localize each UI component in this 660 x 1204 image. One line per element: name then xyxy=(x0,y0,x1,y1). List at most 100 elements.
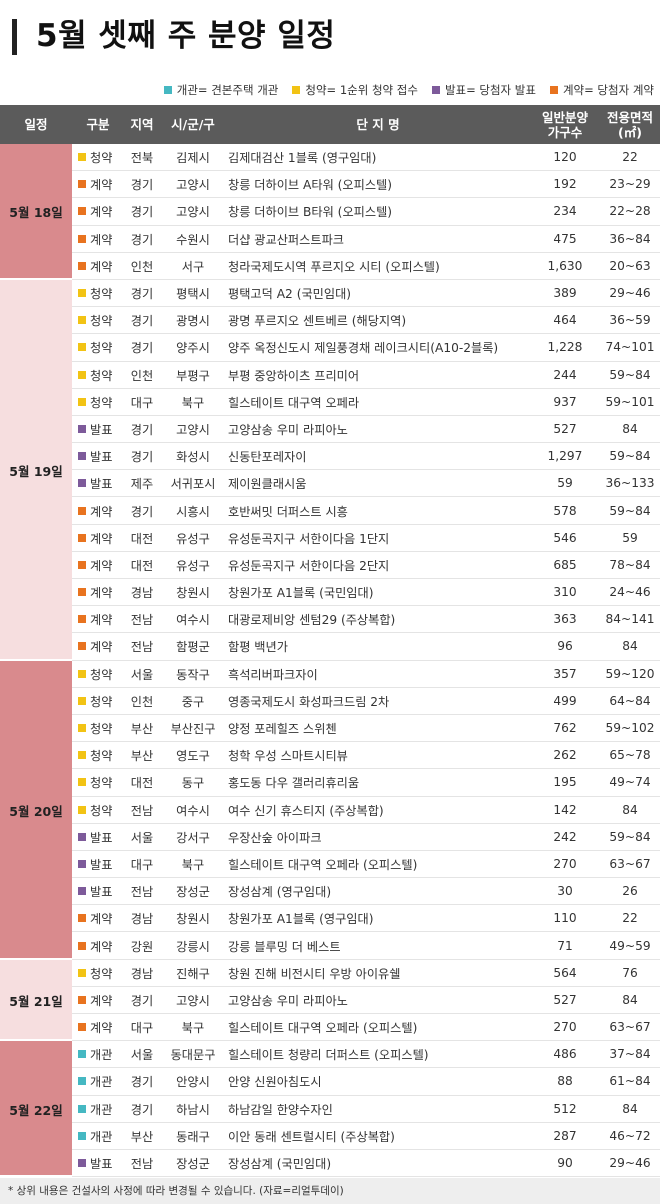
units-cell: 59 xyxy=(557,476,573,491)
header-area: 전용면적 (㎡) xyxy=(600,105,660,144)
type-marker xyxy=(78,261,86,270)
complex-name-cell: 힐스테이트 대구역 오페라 (오피스텔) xyxy=(228,857,418,872)
table-row: 발표 대구 북구 힐스테이트 대구역 오페라 (오피스텔) 270 63~67 xyxy=(72,851,660,879)
complex-name-cell: 광명 푸르지오 센트베르 (해당지역) xyxy=(228,314,407,329)
area-cell: 37~84 xyxy=(609,1047,651,1062)
region-cell: 대구 xyxy=(130,857,154,872)
complex-name-cell: 힐스테이트 대구역 오페라 xyxy=(228,395,360,410)
type-marker xyxy=(78,153,86,162)
area-cell: 84 xyxy=(622,639,638,654)
type-marker xyxy=(78,887,86,896)
units-cell: 234 xyxy=(553,204,577,219)
area-cell: 22~28 xyxy=(609,204,651,219)
type-marker xyxy=(78,588,86,597)
date-cell: 5월 20일 xyxy=(0,660,72,960)
type-cell: 청약 xyxy=(72,338,124,356)
type-cell: 계약 xyxy=(72,1018,124,1036)
region-cell: 경남 xyxy=(130,966,154,981)
city-cell: 유성구 xyxy=(176,531,210,546)
type-label: 청약 xyxy=(90,722,113,737)
complex-name-cell: 영종국제도시 화성파크드림 2차 xyxy=(228,694,390,709)
region-cell: 경기 xyxy=(130,1075,154,1090)
type-label: 계약 xyxy=(90,939,113,954)
header-city: 시/군/구 xyxy=(171,117,215,132)
legend-swatch xyxy=(292,86,301,94)
type-label: 개관 xyxy=(90,1075,113,1090)
header-name: 단 지 명 xyxy=(356,117,400,132)
complex-name-cell: 함평 백년가 xyxy=(228,640,288,655)
row-list: 청약 경남 진해구 창원 진해 비전시티 우방 아이유쉘 564 76 계약 경기 고양시 고양삼… xyxy=(72,960,660,1042)
header-date: 일정 xyxy=(24,117,48,132)
region-cell: 경기 xyxy=(130,993,154,1008)
legend-swatch xyxy=(431,86,440,94)
type-marker xyxy=(78,424,86,433)
type-cell: 청약 xyxy=(72,773,124,791)
city-cell: 동구 xyxy=(181,776,205,791)
area-cell: 78~84 xyxy=(609,557,651,572)
units-cell: 357 xyxy=(553,666,577,681)
title-area: 5월 셋째 주 분양 일정 xyxy=(0,0,660,66)
area-cell: 84 xyxy=(622,421,638,436)
region-cell: 부산 xyxy=(130,749,154,764)
type-cell: 계약 xyxy=(72,556,124,574)
table-header: 일정 구분 지역 시/군/구 단 지 명 일반분양 가구수 전용면적 (㎡) xyxy=(0,105,660,144)
row-list: 청약 전북 김제시 김제대검산 1블록 (영구임대) 120 22 계약 경기 고양시 창릉 더하… xyxy=(72,144,660,280)
date-group: 5월 21일 청약 경남 진해구 창원 진해 비전시티 우방 아이유쉘 564 76 계약 경기… xyxy=(0,959,660,1042)
legend-label: 발표 xyxy=(444,83,467,97)
type-cell: 계약 xyxy=(72,991,124,1009)
type-label: 계약 xyxy=(90,504,113,519)
type-marker xyxy=(78,724,86,733)
type-cell: 계약 xyxy=(72,257,124,275)
type-cell: 발표 xyxy=(72,420,124,438)
table-row: 발표 경기 고양시 고양삼송 우미 라피아노 527 84 xyxy=(72,416,660,444)
region-cell: 대전 xyxy=(130,558,154,573)
area-cell: 36~84 xyxy=(609,231,651,246)
type-cell: 청약 xyxy=(72,719,124,737)
type-marker xyxy=(78,615,86,624)
complex-name-cell: 우장산숲 아이파크 xyxy=(228,830,322,845)
region-cell: 인천 xyxy=(130,259,154,274)
units-cell: 88 xyxy=(557,1074,573,1089)
region-cell: 서울 xyxy=(130,667,154,682)
table-row: 청약 경기 평택시 평택고덕 A2 (국민임대) 389 29~46 xyxy=(72,280,660,308)
units-cell: 1,297 xyxy=(547,449,583,464)
type-cell: 청약 xyxy=(72,746,124,764)
city-cell: 유성구 xyxy=(176,558,210,573)
units-cell: 270 xyxy=(553,1020,577,1035)
header-type: 구분 xyxy=(86,117,110,132)
region-cell: 경남 xyxy=(130,586,154,601)
type-label: 청약 xyxy=(90,287,113,302)
type-label: 계약 xyxy=(90,640,113,655)
type-label: 청약 xyxy=(90,341,113,356)
table-row: 계약 경기 고양시 고양삼송 우미 라피아노 527 84 xyxy=(72,987,660,1014)
type-marker xyxy=(78,805,86,814)
region-cell: 전남 xyxy=(130,1157,154,1172)
complex-name-cell: 창릉 더하이브 B타워 (오피스텔) xyxy=(228,205,393,220)
area-cell: 36~133 xyxy=(605,476,655,491)
type-marker xyxy=(78,1159,86,1168)
complex-name-cell: 청라국제도시역 푸르지오 시티 (오피스텔) xyxy=(228,259,440,274)
area-cell: 20~63 xyxy=(609,258,651,273)
type-label: 계약 xyxy=(90,912,113,927)
type-cell: 청약 xyxy=(72,366,124,384)
type-cell: 발표 xyxy=(72,474,124,492)
units-cell: 287 xyxy=(553,1128,577,1143)
complex-name-cell: 유성둔곡지구 서한이다음 1단지 xyxy=(228,531,390,546)
legend-label: 계약 xyxy=(562,83,585,97)
complex-name-cell: 김제대검산 1블록 (영구임대) xyxy=(228,151,377,166)
complex-name-cell: 홍도동 다우 갤러리휴리움 xyxy=(228,776,360,791)
type-marker xyxy=(78,1104,86,1113)
area-cell: 22 xyxy=(622,911,638,926)
area-cell: 59~120 xyxy=(605,666,655,681)
type-marker xyxy=(78,397,86,406)
complex-name-cell: 고양삼송 우미 라피아노 xyxy=(228,422,348,437)
legend: 개관 = 견본주택 개관 청약 = 1순위 청약 접수 발표 = 당첨자 발표 계약 =… xyxy=(0,66,660,105)
type-cell: 계약 xyxy=(72,202,124,220)
legend-item-contract: 계약 = 당첨자 계약 xyxy=(549,82,654,98)
area-cell: 49~59 xyxy=(609,938,651,953)
complex-name-cell: 더샵 광교산퍼스트파크 xyxy=(228,232,344,247)
area-cell: 84 xyxy=(622,1101,638,1116)
page-title: 5월 셋째 주 분양 일정 xyxy=(36,18,336,54)
table-row: 청약 서울 동작구 흑석리버파크자이 357 59~120 xyxy=(72,661,660,688)
legend-desc: = 당첨자 발표 xyxy=(466,83,536,97)
